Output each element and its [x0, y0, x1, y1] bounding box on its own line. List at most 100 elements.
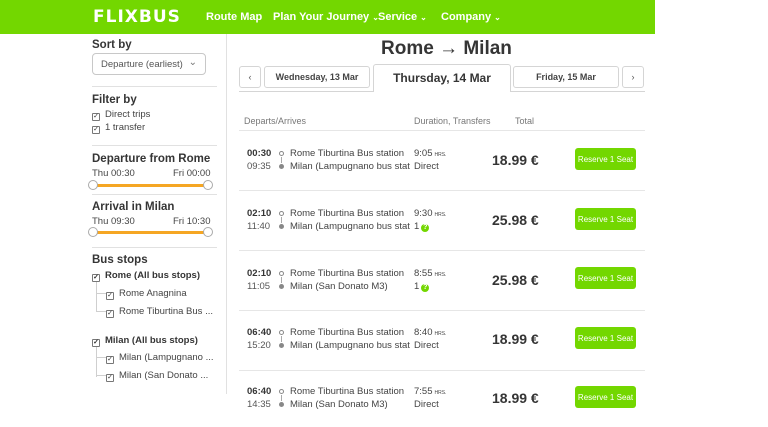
checkbox-checked-icon[interactable]: ✓ — [92, 126, 100, 134]
date-tab-previous[interactable]: Wednesday, 13 Mar — [264, 66, 370, 88]
flixbus-search-page: FLIXBUS Route Map Plan Your Journey ⌄ Ser… — [0, 0, 768, 427]
trip-transfers: 1? — [414, 281, 430, 292]
trip-price: 18.99 € — [492, 331, 539, 347]
tree-line — [96, 375, 106, 376]
origin-dot-icon — [279, 151, 284, 156]
next-date-button[interactable]: › — [622, 66, 644, 88]
departure-range-title: Departure from Rome — [92, 153, 211, 165]
origin-station: Rome Tiburtina Bus station — [290, 208, 405, 219]
checkbox-checked-icon[interactable]: ✓ — [92, 339, 100, 347]
arrival-max-label: Fri 10:30 — [173, 216, 211, 227]
departure-time: 06:40 — [247, 386, 272, 397]
origin-dot-icon — [279, 271, 284, 276]
departure-time: 06:40 — [247, 327, 272, 338]
transfer-info-icon[interactable]: ? — [421, 224, 430, 232]
chevron-down-icon: ⌄ — [420, 13, 427, 22]
origin-station: Rome Tiburtina Bus station — [290, 386, 405, 397]
reserve-seat-button[interactable]: Reserve 1 Seat — [575, 267, 636, 289]
nav-plan-your-journey[interactable]: Plan Your Journey ⌄ — [273, 11, 379, 23]
checkbox-checked-icon[interactable]: ✓ — [92, 274, 100, 282]
checkbox-checked-icon[interactable]: ✓ — [106, 310, 114, 318]
column-header-departs: Departs/Arrives — [244, 116, 307, 126]
checkbox-checked-icon[interactable]: ✓ — [106, 374, 114, 382]
arrival-time: 09:35 — [247, 161, 271, 172]
departure-max-handle[interactable] — [203, 180, 213, 190]
nav-service[interactable]: Service ⌄ — [378, 11, 427, 23]
row-divider — [239, 190, 645, 191]
nav-company[interactable]: Company ⌄ — [441, 11, 501, 23]
trip-duration: 9:05 HRS. — [414, 148, 447, 159]
column-header-total: Total — [515, 116, 535, 126]
tree-line — [96, 311, 106, 312]
destination-dot-icon — [279, 284, 284, 289]
reserve-seat-button[interactable]: Reserve 1 Seat — [575, 208, 636, 230]
column-header-duration: Duration, Transfers — [414, 116, 491, 126]
stop-group-milan[interactable]: ✓ Milan (All bus stops) — [92, 335, 198, 347]
stop-item-milan-san-donato[interactable]: ✓ Milan (San Donato ... — [106, 370, 208, 382]
arrival-range-title: Arrival in Milan — [92, 201, 175, 213]
divider — [92, 194, 217, 195]
departure-max-label: Fri 00:00 — [173, 168, 211, 179]
departure-time: 02:10 — [247, 268, 272, 279]
origin-station: Rome Tiburtina Bus station — [290, 268, 405, 279]
divider — [92, 247, 217, 248]
row-divider — [239, 310, 645, 311]
trip-price: 18.99 € — [492, 390, 539, 406]
stop-item-rome-tiburtina[interactable]: ✓ Rome Tiburtina Bus ... — [106, 306, 213, 318]
trip-duration: 7:55 HRS. — [414, 386, 447, 397]
filter-one-transfer[interactable]: ✓ 1 transfer — [92, 122, 145, 134]
date-tab-current[interactable]: Thursday, 14 Mar — [373, 64, 511, 92]
reserve-seat-button[interactable]: Reserve 1 Seat — [575, 386, 636, 408]
arrival-max-handle[interactable] — [203, 227, 213, 237]
origin-station: Rome Tiburtina Bus station — [290, 148, 405, 159]
departure-slider-track[interactable] — [92, 184, 208, 187]
stop-item-rome-anagnina[interactable]: ✓ Rome Anagnina — [106, 288, 187, 300]
departure-min-handle[interactable] — [88, 180, 98, 190]
destination-station: Milan (San Donato M3) — [290, 281, 388, 292]
flixbus-logo[interactable]: FLIXBUS — [93, 7, 181, 27]
trip-transfers: 1? — [414, 221, 430, 232]
departure-min-label: Thu 00:30 — [92, 168, 135, 179]
destination-station: Milan (Lampugnano bus stat... — [290, 221, 410, 232]
arrival-time: 15:20 — [247, 340, 271, 351]
reserve-seat-button[interactable]: Reserve 1 Seat — [575, 148, 636, 170]
route-line — [281, 336, 282, 342]
stop-group-rome[interactable]: ✓ Rome (All bus stops) — [92, 270, 200, 282]
sort-select-value: Departure (earliest) — [101, 59, 183, 70]
origin-station: Rome Tiburtina Bus station — [290, 327, 405, 338]
sort-by-title: Sort by — [92, 39, 132, 51]
nav-route-map[interactable]: Route Map — [206, 11, 262, 23]
tree-line — [96, 293, 106, 294]
divider — [92, 145, 217, 146]
reserve-seat-button[interactable]: Reserve 1 Seat — [575, 327, 636, 349]
checkbox-checked-icon[interactable]: ✓ — [106, 292, 114, 300]
arrival-min-handle[interactable] — [88, 227, 98, 237]
destination-dot-icon — [279, 343, 284, 348]
checkbox-checked-icon[interactable]: ✓ — [92, 113, 100, 121]
date-tab-next[interactable]: Friday, 15 Mar — [513, 66, 619, 88]
route-title: Rome → Milan — [381, 38, 512, 59]
prev-date-button[interactable]: ‹ — [239, 66, 261, 88]
trip-transfers: Direct — [414, 399, 439, 410]
filter-by-title: Filter by — [92, 94, 137, 106]
checkbox-checked-icon[interactable]: ✓ — [106, 356, 114, 364]
trip-duration: 8:40 HRS. — [414, 327, 447, 338]
destination-dot-icon — [279, 402, 284, 407]
sort-select[interactable]: Departure (earliest) ⌄ — [92, 53, 206, 75]
arrival-slider-track[interactable] — [92, 231, 208, 234]
transfer-info-icon[interactable]: ? — [421, 284, 430, 292]
arrival-min-label: Thu 09:30 — [92, 216, 135, 227]
divider — [92, 86, 217, 87]
filter-direct-trips[interactable]: ✓ Direct trips — [92, 109, 150, 121]
trip-duration: 9:30 HRS. — [414, 208, 447, 219]
trip-transfers: Direct — [414, 340, 439, 351]
row-divider — [239, 130, 645, 131]
sidebar-divider — [226, 34, 227, 394]
tree-line — [96, 282, 97, 312]
route-line — [281, 157, 282, 163]
destination-dot-icon — [279, 164, 284, 169]
arrival-time: 14:35 — [247, 399, 271, 410]
stop-item-milan-lampugnano[interactable]: ✓ Milan (Lampugnano ... — [106, 352, 214, 364]
route-line — [281, 277, 282, 283]
trip-transfers: Direct — [414, 161, 439, 172]
